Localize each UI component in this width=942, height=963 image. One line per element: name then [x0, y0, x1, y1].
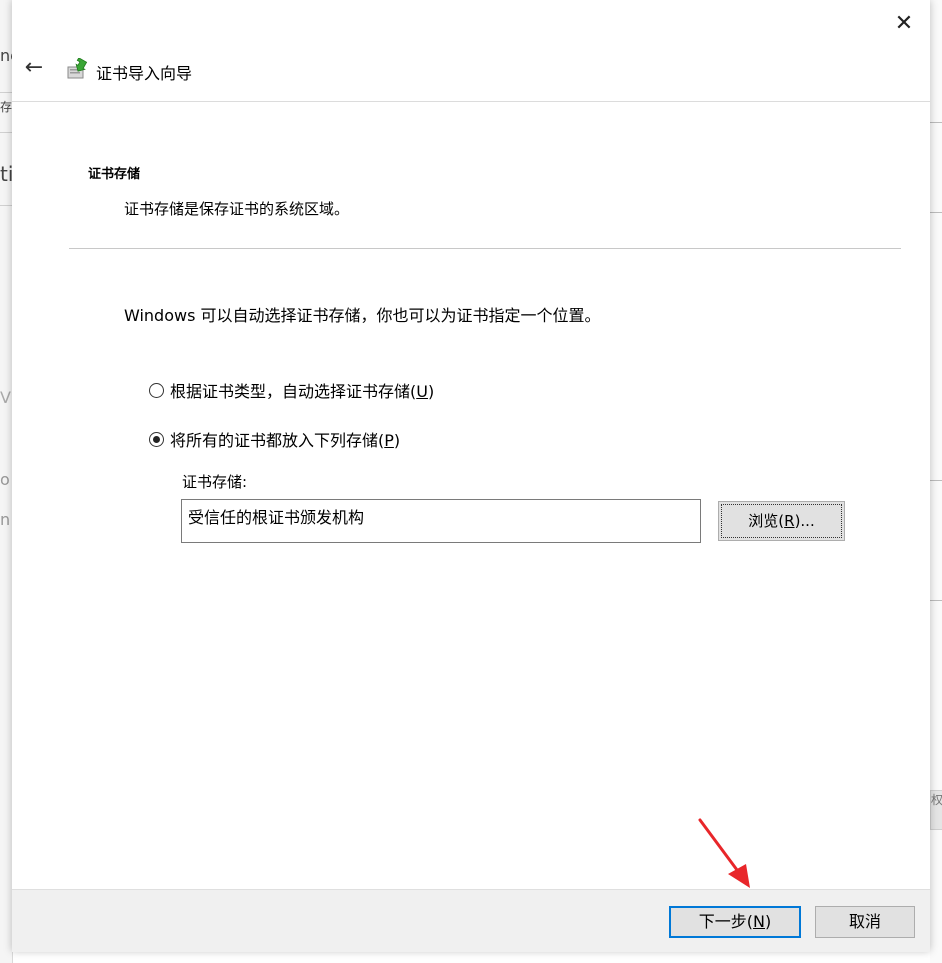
background-divider: [0, 132, 12, 133]
background-text-fragment: o: [0, 470, 10, 489]
back-button[interactable]: ←: [22, 56, 46, 80]
certificate-import-wizard-dialog: ✕ ← 证书导入向导 证书存储 证书存储是保存证书的系统区域。 Windows …: [12, 0, 930, 952]
background-text-fragment: ti: [0, 162, 12, 186]
close-icon: ✕: [894, 11, 914, 36]
back-arrow-icon: ←: [24, 55, 44, 80]
radio-label: 将所有的证书都放入下列存储(P): [170, 431, 401, 450]
next-button[interactable]: 下一步(N): [669, 906, 801, 938]
certificate-store-field[interactable]: 受信任的根证书颁发机构: [181, 499, 701, 543]
background-text-fragment: ne: [0, 46, 12, 65]
radio-auto-select-store[interactable]: 根据证书类型，自动选择证书存储(U): [149, 378, 434, 402]
browse-button[interactable]: 浏览(R)...: [718, 501, 845, 541]
background-text-fragment: n: [0, 510, 11, 529]
background-tab-fragment: 权: [930, 790, 942, 830]
background-divider: [930, 600, 942, 601]
radio-button-checked[interactable]: [149, 431, 164, 447]
background-divider: [930, 480, 942, 481]
background-window-right: 权: [930, 0, 942, 963]
radio-button-unchecked[interactable]: [149, 382, 164, 398]
certificate-store-label: 证书存储:: [182, 473, 248, 491]
background-divider: [930, 122, 942, 123]
section-description: 证书存储是保存证书的系统区域。: [124, 200, 350, 218]
background-divider: [930, 212, 942, 213]
background-divider: [0, 92, 12, 93]
background-text-fragment: Vi: [0, 388, 12, 407]
cancel-button[interactable]: 取消: [815, 906, 915, 938]
background-divider: [0, 205, 12, 206]
radio-place-in-store[interactable]: 将所有的证书都放入下列存储(P): [149, 427, 400, 451]
red-arrow-annotation: [698, 818, 750, 888]
close-button[interactable]: ✕: [892, 12, 916, 36]
section-divider: [69, 248, 901, 249]
header-divider: [12, 101, 930, 102]
dialog-footer: 下一步(N) 取消: [12, 889, 930, 952]
wizard-title: 证书导入向导: [96, 64, 193, 83]
section-title: 证书存储: [88, 167, 141, 182]
background-text-fragment: 存: [0, 100, 12, 114]
radio-label: 根据证书类型，自动选择证书存储(U): [170, 382, 435, 401]
intro-text: Windows 可以自动选择证书存储，你也可以为证书指定一个位置。: [124, 306, 601, 325]
certificate-import-icon: [67, 58, 88, 79]
